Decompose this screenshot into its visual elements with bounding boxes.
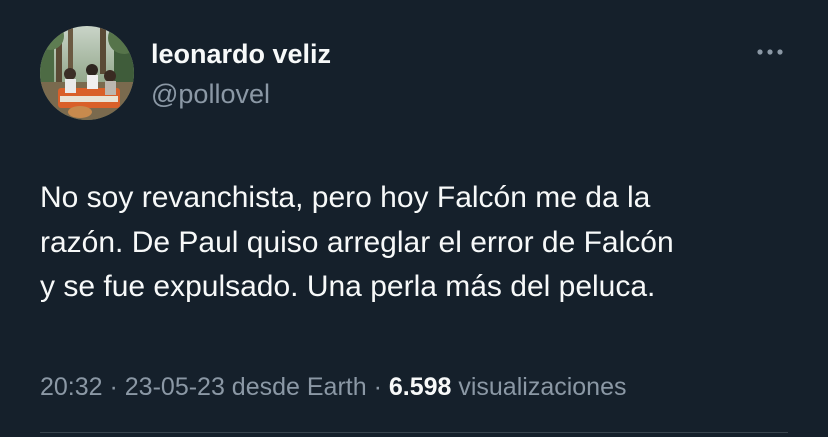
- tweet-text: No soy revanchista, pero hoy Falcón me d…: [40, 176, 800, 310]
- separator-dot: ·: [102, 373, 125, 401]
- tweet-text-line: No soy revanchista, pero hoy Falcón me d…: [40, 181, 651, 214]
- views-label[interactable]: visualizaciones: [451, 373, 626, 401]
- tweet-card: leonardo veliz @pollovel No soy revanchi…: [0, 0, 828, 437]
- views-count[interactable]: 6.598: [389, 373, 452, 401]
- author-display-name[interactable]: leonardo veliz: [151, 38, 331, 70]
- tweet-time[interactable]: 20:32: [40, 373, 103, 401]
- author-handle[interactable]: @pollovel: [151, 78, 270, 110]
- separator-dot: ·: [366, 373, 389, 401]
- profile-photo-icon: [40, 26, 134, 120]
- tweet-date[interactable]: 23-05-23: [125, 373, 225, 401]
- more-options-button[interactable]: [752, 38, 788, 66]
- more-dots-icon: [757, 49, 783, 55]
- tweet-source: desde Earth: [224, 373, 367, 401]
- divider: [40, 432, 788, 433]
- tweet-meta: 20:32 · 23-05-23 desde Earth · 6.598 vis…: [40, 370, 627, 404]
- tweet-text-line: y se fue expulsado. Una perla más del pe…: [40, 270, 656, 303]
- avatar[interactable]: [40, 26, 134, 120]
- tweet-text-line: razón. De Paul quiso arreglar el error d…: [40, 225, 674, 259]
